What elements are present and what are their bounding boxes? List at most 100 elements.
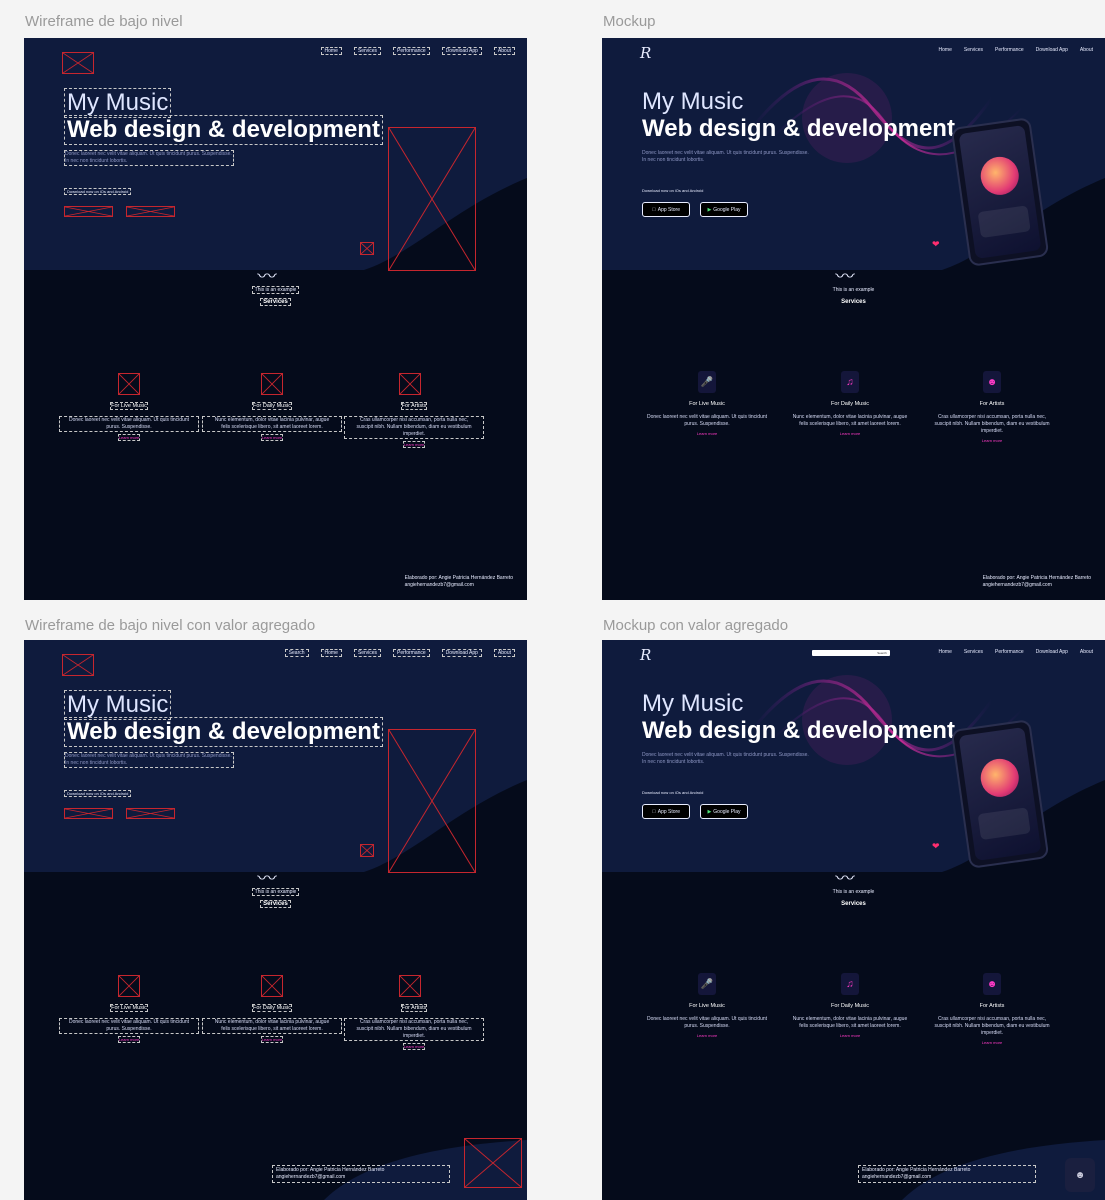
music-note-icon: ♫ [841,973,859,995]
service-icon-placeholder-3 [399,373,421,395]
google-play-placeholder-icon[interactable] [126,808,175,819]
album-art [978,154,1022,198]
learn-more-link[interactable]: Learn more [922,438,1062,443]
nav-services[interactable]: Services [353,47,382,55]
credits: Elaborado por: Angie Patricia Hernández … [272,1165,450,1183]
service-card: ☻ For Artists Cras ullamcorper nisi accu… [922,973,1062,1045]
board-mockup[interactable]: R Home Services Performance Download App… [602,38,1105,600]
credits: Elaborado por: Angie Patricia Hernández … [405,575,513,589]
learn-more-link[interactable]: Learn more [117,1036,141,1043]
nav-performance[interactable]: Performance [393,47,430,55]
credits-email: angiehernandezb7@gmail.com [862,1174,932,1180]
chat-placeholder-icon[interactable] [464,1138,522,1188]
services-example-text: This is an example [832,287,875,293]
learn-more-link[interactable]: Learn more [780,431,920,436]
service-title: For Live Music [110,1004,148,1012]
app-store-button[interactable]: App Store [642,804,690,819]
learn-more-link[interactable]: Learn more [637,431,777,436]
board-wireframe-value[interactable]: Search Home Services Performance Downloa… [24,640,527,1200]
google-play-button[interactable]: ▶ Google Play [700,804,748,819]
credits-email: angiehernandezb7@gmail.com [404,582,474,588]
hero-title-small: My Music [64,88,172,118]
learn-more-link[interactable]: Learn more [922,1040,1062,1045]
search-button[interactable]: Search [874,650,890,656]
service-description: Nunc elementum, dolor vitae lacinia pulv… [202,416,342,432]
learn-more-link[interactable]: Learn more [402,1043,426,1050]
credits: Elaborado por: Angie Patricia Hernández … [983,575,1091,589]
nav-home[interactable]: Home [939,47,952,53]
nav-about[interactable]: About [1080,649,1093,655]
service-title: For Artists [400,1004,428,1012]
service-title: For Live Music [110,402,148,410]
music-note-icon: ♫ [841,371,859,393]
nav-menu: Home Services Performance Download App A… [320,47,515,55]
app-store-button[interactable]: App Store [642,202,690,217]
learn-more-link[interactable]: Learn more [637,1033,777,1038]
nav-services[interactable]: Services [964,47,983,53]
learn-more-link[interactable]: Learn more [260,434,284,441]
service-description: Nunc elementum, dolor vitae lacinia pulv… [792,414,908,427]
credits-author: Elaborado por: Angie Patricia Hernández … [982,575,1091,581]
design-canvas: Wireframe de bajo nivel Mockup Wireframe… [0,0,1105,1200]
credits-author: Elaborado por: Angie Patricia Hernández … [276,1167,385,1173]
apple-icon:  [652,809,656,815]
chat-button-icon[interactable]: ☻ [1065,1158,1095,1192]
google-play-placeholder-icon[interactable] [126,206,175,217]
nav-download-app[interactable]: Download App [441,649,482,657]
nav-home[interactable]: Home [320,47,342,55]
service-description: Nunc elementum, dolor vitae lacinia pulv… [792,1016,908,1029]
service-icon-placeholder-1 [118,975,140,997]
credits-email: angiehernandezb7@gmail.com [982,582,1052,588]
hero-title: Web design & development [642,717,955,744]
service-description: Cras ullamcorper nisi accumsan, porta nu… [934,1016,1050,1036]
service-title: For Live Music [689,1003,725,1009]
brand-logo-icon[interactable]: R [640,646,651,664]
learn-more-link[interactable]: Learn more [402,441,426,448]
nav-performance[interactable]: Performance [995,47,1024,53]
brand-logo-icon[interactable]: R [640,44,651,62]
hero-subtitle: Donec laoreet nec velit vitae aliquam. U… [642,150,809,163]
logo-placeholder-icon [62,52,94,74]
service-icon-placeholder-1 [118,373,140,395]
board-mockup-value[interactable]: R Search Home Services Performance Downl… [602,640,1105,1200]
nav-performance[interactable]: Performance [393,649,430,657]
nav-download-app[interactable]: Download App [1036,649,1068,655]
learn-more-link[interactable]: Learn more [780,1033,920,1038]
nav-about[interactable]: About [493,47,515,55]
search-placeholder[interactable]: Search [284,649,309,657]
service-description: Donec laoreet nec velit vitae aliquam. U… [59,1018,199,1034]
service-card: For Artists Cras ullamcorper nisi accums… [344,1004,484,1050]
nav-download-app[interactable]: Download App [1036,47,1068,53]
wave-icon: 〰 [257,268,277,284]
frame-label-mockup: Mockup [603,13,656,30]
services-heading: Services [841,299,866,305]
google-play-button[interactable]: ▶ Google Play [700,202,748,217]
service-card: For Daily Music Nunc elementum, dolor vi… [202,402,342,441]
nav-home[interactable]: Home [939,649,952,655]
hero-title: Web design & development [64,717,383,747]
nav-download-app[interactable]: Download App [441,47,482,55]
learn-more-link[interactable]: Learn more [260,1036,284,1043]
frame-label-wireframe-value: Wireframe de bajo nivel con valor agrega… [25,617,316,634]
nav-about[interactable]: About [493,649,515,657]
service-icon-placeholder-2 [261,975,283,997]
nav-home[interactable]: Home [320,649,342,657]
service-title: For Daily Music [831,401,869,407]
nav-services[interactable]: Services [964,649,983,655]
nav-menu: Search Home Services Performance Downloa… [284,649,515,657]
learn-more-link[interactable]: Learn more [117,434,141,441]
nav-performance[interactable]: Performance [995,649,1024,655]
wave-icon: 〰 [835,268,855,284]
app-store-placeholder-icon[interactable] [64,808,113,819]
download-label: Download now on iOs and Android [642,188,704,193]
service-card: ♫ For Daily Music Nunc elementum, dolor … [780,973,920,1038]
nav-services[interactable]: Services [353,649,382,657]
services-example-text: This is an example [24,888,527,896]
heart-placeholder-icon [360,242,374,255]
frame-label-wireframe: Wireframe de bajo nivel [25,13,183,30]
download-label: Download now on iOs and Android [64,790,132,797]
nav-about[interactable]: About [1080,47,1093,53]
board-wireframe[interactable]: Home Services Performance Download App A… [24,38,527,600]
service-title: For Artists [979,401,1005,407]
app-store-placeholder-icon[interactable] [64,206,113,217]
